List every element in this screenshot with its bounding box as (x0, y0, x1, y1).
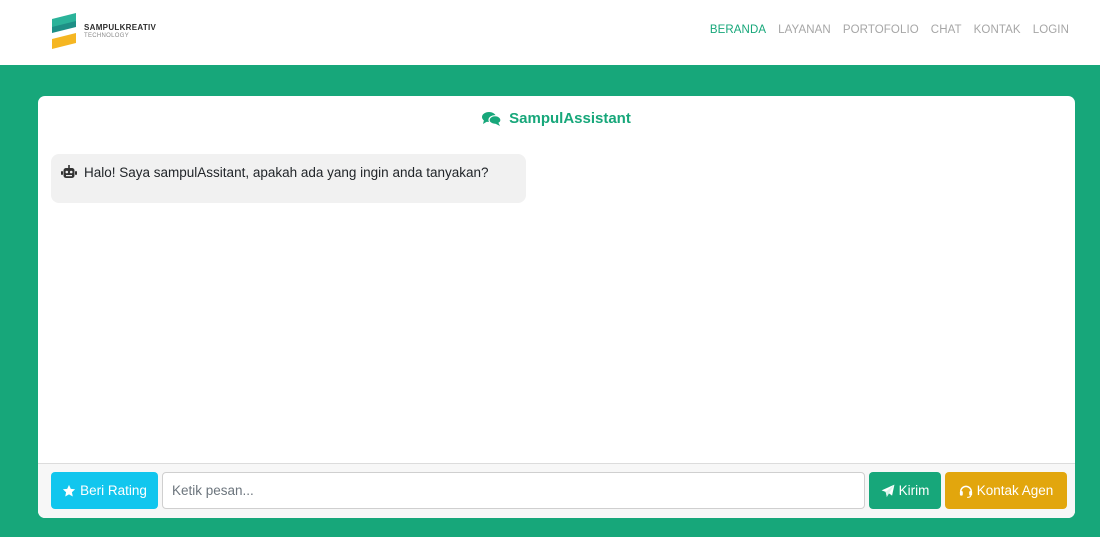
main-menu: BERANDA LAYANAN PORTOFOLIO CHAT KONTAK L… (710, 24, 1069, 36)
brand-logo[interactable]: SAMPULKREATIV TECHNOLOGY (50, 13, 156, 49)
send-button-label: Kirim (898, 483, 930, 498)
navbar: SAMPULKREATIV TECHNOLOGY BERANDA LAYANAN… (0, 0, 1100, 65)
chat-header: SampulAssistant (38, 110, 1075, 127)
nav-link-chat[interactable]: CHAT (931, 24, 962, 36)
paper-plane-icon (881, 484, 895, 498)
bot-message-text: Halo! Saya sampulAssitant, apakah ada ya… (84, 165, 489, 180)
nav-link-beranda[interactable]: BERANDA (710, 24, 766, 36)
contact-agent-button[interactable]: Kontak Agen (945, 472, 1067, 509)
rating-button-label: Beri Rating (80, 483, 147, 498)
nav-link-portofolio[interactable]: PORTOFOLIO (843, 24, 919, 36)
star-icon (62, 484, 76, 498)
message-input[interactable] (162, 472, 865, 509)
nav-link-layanan[interactable]: LAYANAN (778, 24, 831, 36)
rating-button[interactable]: Beri Rating (51, 472, 158, 509)
comments-icon (482, 111, 502, 126)
sampulkreativ-logo-icon (52, 13, 76, 49)
contact-agent-button-label: Kontak Agen (976, 483, 1054, 498)
headset-icon (959, 484, 973, 498)
send-button[interactable]: Kirim (869, 472, 941, 509)
chat-card: SampulAssistant Halo! Saya sampulAssitan… (38, 96, 1075, 518)
chat-title: SampulAssistant (509, 110, 631, 127)
brand-name: SAMPULKREATIV (84, 22, 157, 32)
nav-link-kontak[interactable]: KONTAK (974, 24, 1021, 36)
nav-link-login[interactable]: LOGIN (1033, 24, 1069, 36)
robot-icon (61, 165, 77, 179)
bot-message: Halo! Saya sampulAssitant, apakah ada ya… (51, 154, 526, 203)
brand-tagline: TECHNOLOGY (84, 32, 130, 39)
chat-composer: Beri Rating Kirim Kontak Agen (38, 463, 1075, 518)
